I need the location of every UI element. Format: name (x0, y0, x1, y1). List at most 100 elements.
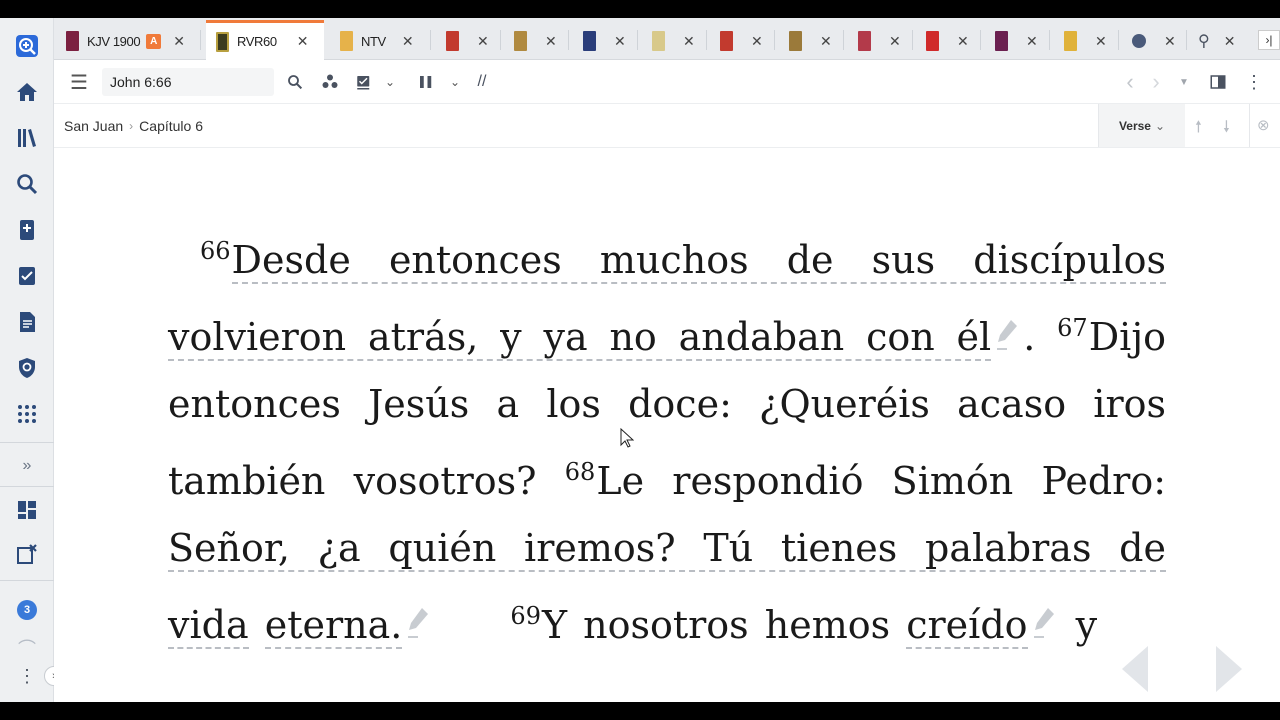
tab-resource[interactable]: ✕ (1122, 22, 1184, 60)
view-mode-select[interactable]: Verse ⌄ (1099, 104, 1185, 147)
notifications-badge[interactable]: 3 (17, 600, 37, 620)
tab-close-icon[interactable]: ✕ (1026, 33, 1038, 50)
documents-icon[interactable] (11, 306, 43, 338)
close-panels-icon[interactable] (11, 538, 43, 570)
app-window: » 3 ⌒ ⋮ › KJV 1900 A ✕ RVR60 ✕ NTV ✕ (0, 18, 1280, 702)
book-cover-icon (720, 31, 733, 51)
tab-close-icon[interactable]: ✕ (173, 33, 185, 50)
tab-close-icon[interactable]: ✕ (1164, 33, 1176, 50)
chevron-down-icon[interactable]: ⌄ (443, 70, 467, 94)
tab-close-icon[interactable]: ✕ (614, 33, 626, 50)
verse-text-segment[interactable]: Desde entonces muchos de sus discípulos (231, 238, 1166, 284)
columns-icon[interactable] (414, 70, 438, 94)
tab-close-icon[interactable]: ✕ (1095, 33, 1107, 50)
tab-ntv[interactable]: NTV ✕ (330, 22, 426, 60)
guides-icon[interactable] (11, 214, 43, 246)
tab-close-icon[interactable]: ✕ (402, 33, 414, 50)
view-mode-label: Verse (1118, 118, 1151, 133)
tab-resource[interactable]: ✕ (504, 22, 566, 60)
back-icon[interactable]: ‹ (1118, 69, 1142, 94)
tab-divider (637, 30, 638, 50)
tab-close-icon[interactable]: ✕ (297, 33, 309, 50)
tab-close-icon[interactable]: ✕ (889, 33, 901, 50)
pencil-note-icon[interactable] (1032, 594, 1056, 638)
split-panel-icon[interactable] (1206, 70, 1230, 94)
tab-divider (500, 30, 501, 50)
verse-number[interactable]: 66 (200, 237, 231, 265)
layouts-icon[interactable] (11, 494, 43, 526)
verse-text-segment[interactable]: creído (906, 602, 1028, 649)
forward-icon[interactable]: › (1144, 69, 1168, 94)
tab-overflow-button[interactable]: ›| (1258, 30, 1280, 50)
pencil-note-icon[interactable] (406, 594, 430, 638)
tab-close-icon[interactable]: ✕ (1224, 33, 1236, 50)
book-cover-icon (514, 31, 527, 51)
verse-text-segment[interactable]: Y nosotros hemos (542, 603, 890, 647)
panel-toolbar: ☰ ⌄ ⌄ // ‹ › ▼ ⋮ (54, 60, 1280, 104)
verse-number[interactable]: 68 (565, 458, 596, 486)
tab-close-icon[interactable]: ✕ (683, 33, 695, 50)
tab-close-icon[interactable]: ✕ (545, 33, 557, 50)
app-logo-icon[interactable] (11, 30, 43, 62)
expand-more-icon[interactable]: » (11, 450, 43, 482)
close-circle-icon[interactable]: ⊗ (1257, 116, 1270, 134)
tab-resource[interactable]: ✕ (779, 22, 841, 60)
breadcrumb-book[interactable]: San Juan (64, 118, 123, 134)
tab-divider (843, 30, 844, 50)
verse-text: 66Desde entonces muchos de sus discípulo… (168, 218, 1166, 659)
tab-kjv[interactable]: KJV 1900 A ✕ (56, 22, 196, 60)
tab-resource[interactable]: ✕ (573, 22, 635, 60)
tab-rvr60[interactable]: RVR60 ✕ (206, 20, 324, 60)
visual-filter-icon[interactable] (318, 70, 342, 94)
tab-divider (706, 30, 707, 50)
next-page-arrow-icon[interactable] (1214, 644, 1244, 694)
library-icon[interactable] (11, 122, 43, 154)
book-cover-icon (340, 31, 353, 51)
tab-close-icon[interactable]: ✕ (477, 33, 489, 50)
home-icon[interactable] (11, 76, 43, 108)
more-vertical-icon[interactable]: ⋮ (1242, 70, 1266, 94)
verse-number[interactable]: 67 (1057, 314, 1088, 342)
book-cover-icon (789, 31, 802, 51)
tab-resource[interactable]: ✕ (436, 22, 498, 60)
factbook-icon[interactable] (11, 352, 43, 384)
tab-resource[interactable]: ✕ (916, 22, 978, 60)
tab-resource[interactable]: ✕ (848, 22, 910, 60)
chevron-down-icon[interactable]: ⌄ (378, 70, 402, 94)
verse-text-segment[interactable]: y (1076, 603, 1097, 647)
more-vertical-icon[interactable]: ⋮ (11, 660, 43, 692)
verse-text-segment[interactable]: volvieron atrás, y ya no andaban con él (168, 314, 992, 361)
verse-text-segment[interactable]: Le respondió Simón Pedro: (596, 459, 1166, 503)
tab-divider (774, 30, 775, 50)
next-verse-icon[interactable]: 🠗 (1223, 116, 1230, 143)
tab-close-icon[interactable]: ✕ (820, 33, 832, 50)
tab-resource[interactable]: ✕ (985, 22, 1047, 60)
rail-divider (0, 486, 54, 487)
verse-number[interactable]: 69 (510, 602, 541, 630)
parallel-resources-button[interactable]: // (470, 70, 494, 94)
book-cover-icon (583, 31, 596, 51)
breadcrumb-chapter[interactable]: Capítulo 6 (139, 118, 203, 134)
pencil-note-icon[interactable] (995, 306, 1019, 350)
history-dropdown-icon[interactable]: ▼ (1172, 70, 1196, 94)
reference-input[interactable] (102, 68, 274, 96)
panel-menu-icon[interactable]: ☰ (67, 70, 91, 94)
tab-close-icon[interactable]: ✕ (751, 33, 763, 50)
tab-close-icon[interactable]: ✕ (957, 33, 969, 50)
search-icon[interactable] (283, 70, 307, 94)
search-icon[interactable] (11, 168, 43, 200)
tab-resource[interactable]: ✕ (710, 22, 772, 60)
tab-divider (980, 30, 981, 50)
tab-search[interactable]: ⚲ ✕ (1188, 22, 1250, 60)
previous-page-arrow-icon[interactable] (1120, 644, 1150, 694)
tab-divider (1186, 30, 1187, 50)
tools-grid-icon[interactable] (11, 398, 43, 430)
tab-resource[interactable]: ✕ (1054, 22, 1116, 60)
tab-resource[interactable]: ✕ (642, 22, 704, 60)
reading-plan-icon[interactable] (11, 260, 43, 292)
verse-text-segment[interactable]: eterna. (264, 602, 403, 649)
rail-divider (0, 442, 54, 443)
left-rail: » 3 ⌒ ⋮ › (0, 18, 64, 702)
previous-verse-icon[interactable]: 🠕 (1195, 116, 1202, 143)
checkbox-list-icon[interactable] (352, 70, 376, 94)
